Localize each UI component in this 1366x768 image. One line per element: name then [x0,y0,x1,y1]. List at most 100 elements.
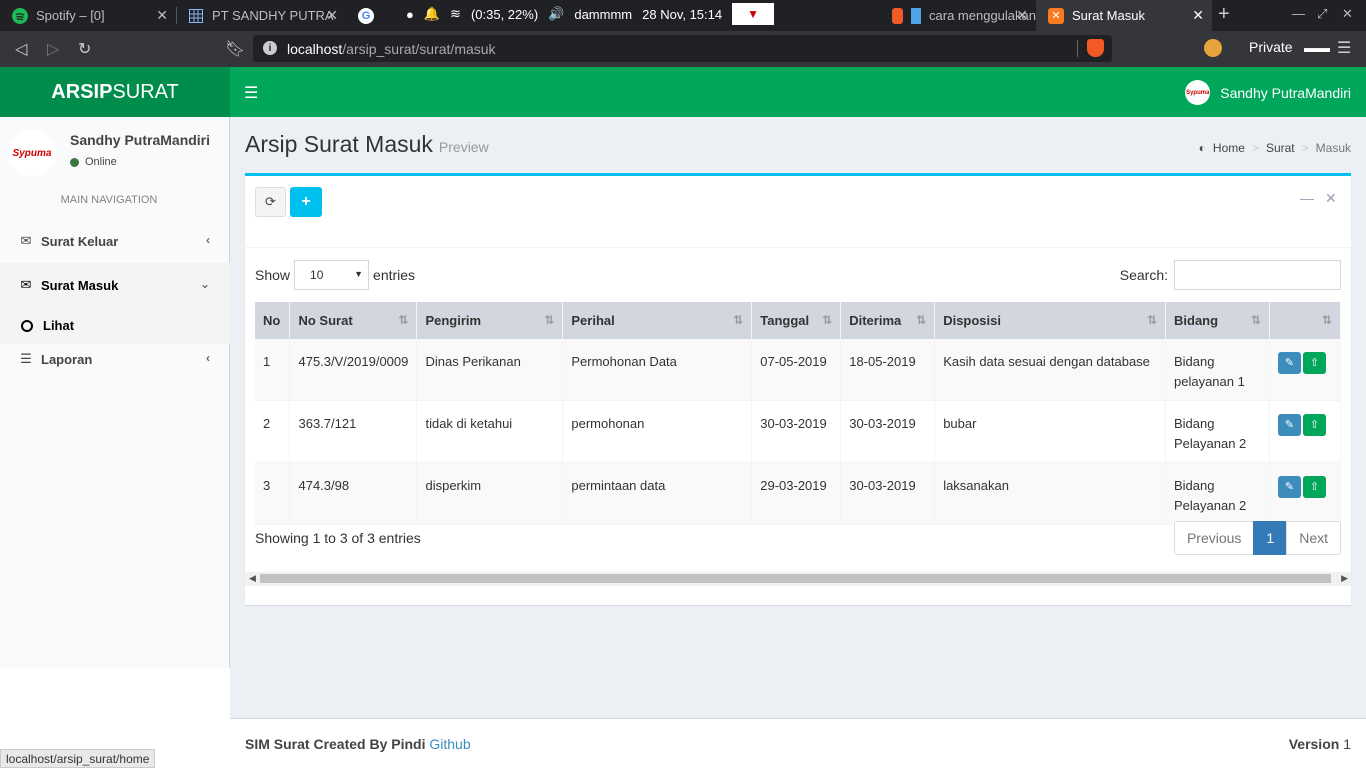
system-datetime: 28 Nov, 15:14 [642,6,723,22]
cell-disposisi: bubar [934,400,1166,463]
close-icon[interactable]: ✕ [1192,7,1204,24]
refresh-icon: ⟳ [265,194,276,209]
column-header-diterima[interactable]: Diterima ⇅ [840,302,936,339]
online-dot-icon [70,157,79,167]
breadcrumb-surat[interactable]: Surat [1266,141,1295,155]
sheet-icon [188,8,204,24]
edit-icon: ✎ [1284,481,1295,493]
table-info: Showing 1 to 3 of 3 entries [255,530,421,546]
cell-actions: ✎ ⇧ [1269,462,1342,525]
folder-icon [910,7,922,24]
url-host: localhost [287,40,343,57]
column-header-perihal[interactable]: Perihal ⇅ [562,302,753,339]
browser-tab-sheet[interactable]: PT SANDHY PUTRA ✕ [176,0,346,31]
next-page-button[interactable]: Next [1286,521,1341,555]
github-link[interactable]: Github [429,736,470,752]
new-tab-icon[interactable]: + [1218,3,1230,26]
sidebar-item-surat-keluar[interactable]: ✉ Surat Keluar ‹ [0,219,230,263]
brave-icon: ▼ [732,3,775,25]
circle-icon [21,319,33,332]
upload-button[interactable]: ⇧ [1302,414,1326,436]
edit-button[interactable]: ✎ [1277,414,1301,436]
scrollbar-thumb[interactable] [260,574,1331,583]
address-toolbar: ◁ ▷ ↻ 🔖︎ i localhost/arsip_surat/surat/m… [0,31,1366,67]
browser-tab-surat-masuk[interactable]: ✕ Surat Masuk ✕ [1036,0,1212,31]
url-field[interactable]: i localhost/arsip_surat/surat/masuk [253,35,1112,62]
sort-icon: ⇅ [1146,313,1157,327]
cell-no-surat: 475.3/V/2019/0009 [289,339,418,401]
bookmark-icon[interactable]: 🔖︎ [225,39,245,59]
search-input[interactable] [1174,260,1341,290]
entries-select[interactable]: 10 ▼ [294,260,370,290]
app-logo[interactable]: ARSIP SURAT [0,67,230,117]
add-button[interactable]: + [290,187,322,217]
cell-pengirim: tidak di ketahui [416,400,564,463]
horizontal-scrollbar[interactable]: ◀ ▶ [245,572,1351,586]
wifi-icon: ≋ [450,6,461,21]
column-header-disposisi[interactable]: Disposisi ⇅ [934,302,1166,339]
logo-bold: ARSIP [51,80,113,103]
edit-button[interactable]: ✎ [1277,352,1301,374]
breadcrumb-home[interactable]: Home [1213,141,1245,155]
user-menu[interactable]: Sypuma Sandhy PutraMandiri [1185,80,1351,105]
forward-icon[interactable]: ▷ [47,39,59,59]
browser-menu-icon[interactable]: ☰ [1337,38,1351,58]
xampp-icon: ✕ [1048,7,1064,24]
version-value: 1 [1343,736,1351,752]
column-header-tanggal[interactable]: Tanggal ⇅ [751,302,842,339]
cell-no: 3 [255,462,291,525]
edit-icon: ✎ [1284,419,1295,431]
table-row: 2 363.7/121 tidak di ketahui permohonan … [255,400,1342,463]
table-row: 3 474.3/98 disperkim permintaan data 29-… [255,462,1342,525]
profile-icon[interactable] [1204,39,1222,57]
column-header-no[interactable]: No [255,302,291,339]
pagination: Previous 1 Next [1173,521,1341,555]
envelope-icon: ✉ [20,277,32,292]
private-label: Private [1249,39,1293,55]
previous-page-button[interactable]: Previous [1173,521,1255,555]
close-icon[interactable]: ✕ [156,7,168,24]
remove-icon[interactable]: ✕ [1325,190,1337,207]
collapse-icon[interactable]: — [1300,190,1314,206]
browser-tab-google[interactable]: G [346,0,406,31]
sidebar: Sypuma Sandhy PutraMandiri Online MAIN N… [0,117,230,668]
private-glasses-icon: ▬▬ [1304,40,1330,55]
browser-tab-spotify[interactable]: Spotify – [0] ✕ [0,0,176,31]
upload-button[interactable]: ⇧ [1302,352,1326,374]
scroll-left-icon[interactable]: ◀ [249,573,256,584]
column-header-bidang[interactable]: Bidang ⇅ [1165,302,1270,339]
reload-icon[interactable]: ↻ [78,39,91,59]
upload-button[interactable]: ⇧ [1302,476,1326,498]
page-1-button[interactable]: 1 [1253,521,1288,555]
nav-header: MAIN NAVIGATION [60,194,158,206]
tab-title: Surat Masuk [1072,8,1145,23]
back-icon[interactable]: ◁ [15,39,27,59]
google-icon: G [358,7,374,24]
brave-shield-icon[interactable] [1087,39,1104,57]
column-header-label: Pengirim [425,313,482,328]
surat-table: No No Surat ⇅ Pengirim ⇅ Perihal ⇅ Tanggal ⇅… [255,302,1342,525]
column-header-no-surat[interactable]: No Surat ⇅ [289,302,418,339]
sidebar-item-laporan[interactable]: ☰ Laporan ‹ [0,337,230,381]
close-icon[interactable]: ✕ [326,7,338,24]
close-icon[interactable]: ✕ [1016,7,1028,24]
column-header-label: Tanggal [760,313,810,328]
scroll-right-icon[interactable]: ▶ [1341,573,1348,584]
column-header-pengirim[interactable]: Pengirim ⇅ [416,302,564,339]
minimize-icon[interactable]: — [1292,6,1305,21]
refresh-button[interactable]: ⟳ [255,187,286,217]
upload-icon: ⇧ [1309,419,1320,431]
restore-icon[interactable]: ⤢ [1317,6,1327,22]
column-header-actions[interactable]: ⇅ [1269,302,1342,339]
spotify-icon [12,7,28,24]
edit-button[interactable]: ✎ [1277,476,1301,498]
app-header: ARSIP SURAT ☰ Sypuma Sandhy PutraMandiri [0,67,1366,117]
sort-icon: ⇅ [398,313,409,327]
sort-icon: ⇅ [822,313,833,327]
window-close-icon[interactable]: ✕ [1342,6,1353,22]
sort-icon: ⇅ [544,313,555,327]
sidebar-item-surat-masuk[interactable]: ✉ Surat Masuk ⌄ [0,263,230,307]
browser-tab-brave[interactable]: cara menggulakan ✕ [880,0,1036,31]
sidebar-toggle-icon[interactable]: ☰ [244,83,258,103]
info-icon[interactable]: i [263,41,277,55]
